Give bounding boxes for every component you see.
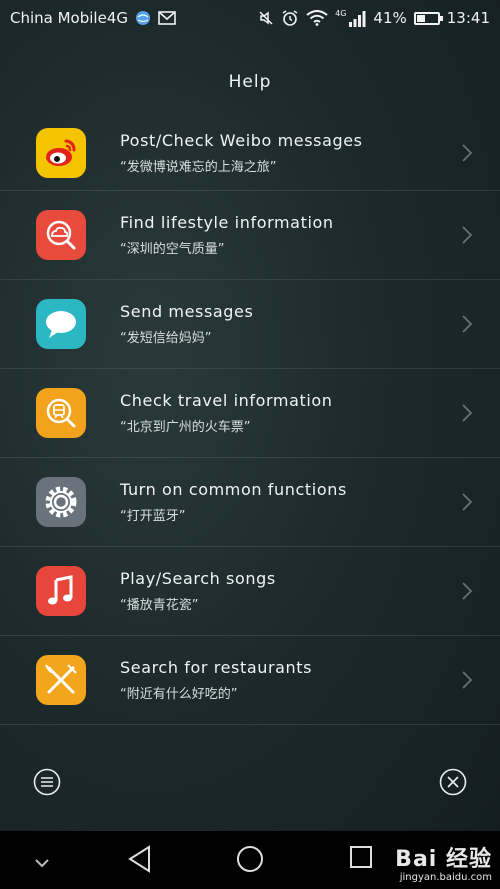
message-bubble-icon	[36, 299, 86, 349]
status-bar: China Mobile4G 4G 41% 13:41	[0, 0, 500, 36]
chevron-right-icon	[462, 404, 472, 422]
item-subtitle: “发短信给妈妈”	[120, 331, 212, 346]
chevron-down-icon	[35, 859, 49, 868]
fork-knife-icon	[36, 655, 86, 705]
chevron-right-icon	[462, 226, 472, 244]
help-list: Post/Check Weibo messages “发微博说难忘的上海之旅” …	[0, 115, 500, 725]
clock: 13:41	[446, 9, 490, 27]
chevron-right-icon	[462, 143, 472, 162]
item-title: Check travel information	[120, 391, 333, 410]
lifestyle-search-icon	[36, 210, 86, 260]
list-item-functions[interactable]: Turn on common functions “打开蓝牙”	[0, 458, 500, 547]
list-item-restaurants[interactable]: Search for restaurants “附近有什么好吃的”	[0, 636, 500, 725]
battery-percent: 41%	[373, 9, 407, 27]
chevron-right-icon	[462, 315, 472, 333]
list-item-travel[interactable]: Check travel information “北京到广州的火车票”	[0, 369, 500, 458]
mute-icon	[258, 10, 274, 26]
settings-gear-icon	[36, 477, 86, 527]
list-item-songs[interactable]: Play/Search songs “播放青花瓷”	[0, 547, 500, 636]
item-subtitle: “播放青花瓷”	[120, 598, 199, 613]
chevron-right-icon	[462, 671, 472, 689]
item-title: Send messages	[120, 302, 254, 321]
item-subtitle: “打开蓝牙”	[120, 509, 186, 524]
item-subtitle: “发微博说难忘的上海之旅”	[120, 159, 277, 175]
home-circle-icon	[237, 846, 263, 872]
watermark-url: jingyan.baidu.com	[399, 872, 492, 883]
item-subtitle: “北京到广州的火车票”	[120, 420, 251, 435]
list-item-lifestyle[interactable]: Find lifestyle information “深圳的空气质量”	[0, 191, 500, 280]
list-item-weibo[interactable]: Post/Check Weibo messages “发微博说难忘的上海之旅”	[0, 115, 500, 191]
back-triangle-icon	[128, 845, 150, 873]
menu-lines-icon	[33, 768, 61, 796]
item-subtitle: “附近有什么好吃的”	[120, 687, 238, 702]
navigation-bar: Bai 经验 jingyan.baidu.com	[0, 831, 500, 889]
list-item-messages[interactable]: Send messages “发短信给妈妈”	[0, 280, 500, 369]
music-note-icon	[36, 566, 86, 616]
item-subtitle: “深圳的空气质量”	[120, 242, 225, 257]
close-button[interactable]	[438, 767, 468, 797]
close-circle-icon	[439, 768, 467, 796]
battery-icon	[413, 11, 443, 25]
watermark: Bai 经验 jingyan.baidu.com	[395, 847, 492, 884]
mail-icon	[158, 11, 176, 25]
alarm-icon	[281, 9, 299, 27]
home-button[interactable]	[236, 845, 264, 877]
carrier-name: China Mobile4G	[10, 9, 128, 27]
globe-icon	[135, 10, 151, 26]
item-title: Post/Check Weibo messages	[120, 130, 363, 150]
item-title: Turn on common functions	[120, 480, 347, 499]
item-title: Play/Search songs	[120, 569, 276, 588]
chevron-right-icon	[462, 582, 472, 600]
weibo-icon	[36, 127, 86, 178]
wifi-icon	[306, 10, 328, 26]
item-title: Search for restaurants	[120, 658, 313, 677]
network-type: 4G	[335, 9, 347, 18]
recents-square-icon	[350, 846, 372, 868]
recents-button[interactable]	[349, 845, 373, 873]
menu-button[interactable]	[32, 767, 62, 797]
page-title: Help	[228, 72, 272, 92]
collapse-button[interactable]	[34, 853, 50, 872]
item-title: Find lifestyle information	[120, 213, 334, 232]
train-search-icon	[36, 388, 86, 438]
back-button[interactable]	[127, 845, 153, 877]
chevron-right-icon	[462, 493, 472, 511]
watermark-brand: Bai 经验	[395, 847, 492, 872]
signal-icon: 4G	[335, 9, 366, 27]
